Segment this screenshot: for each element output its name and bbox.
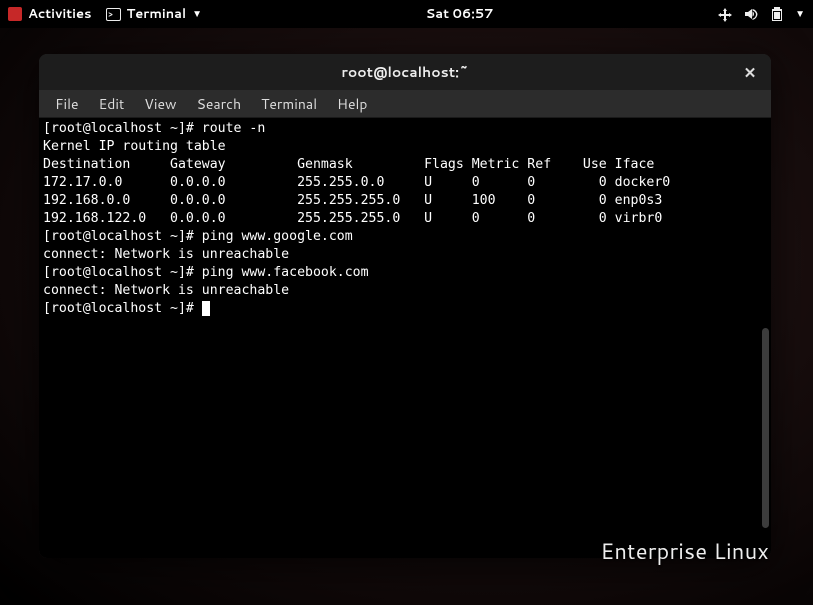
desktop: root@localhost:~ ✕ File Edit View Search…: [0, 28, 813, 605]
menu-terminal[interactable]: Terminal: [251, 91, 327, 117]
terminal-output[interactable]: [root@localhost ~]# route -n Kernel IP r…: [39, 118, 771, 558]
distro-icon: [8, 7, 22, 21]
close-button[interactable]: ✕: [739, 61, 761, 83]
menu-help[interactable]: Help: [327, 91, 377, 117]
network-icon[interactable]: [717, 6, 733, 22]
volume-icon[interactable]: [743, 6, 759, 22]
terminal-window: root@localhost:~ ✕ File Edit View Search…: [39, 54, 771, 558]
terminal-app-icon: [106, 8, 121, 21]
app-menu[interactable]: Terminal ▼: [106, 5, 202, 23]
activities-label: Activities: [28, 5, 92, 23]
menu-edit[interactable]: Edit: [89, 91, 135, 117]
window-titlebar[interactable]: root@localhost:~ ✕: [39, 54, 771, 90]
menu-search[interactable]: Search: [187, 91, 252, 117]
window-title: root@localhost:~: [341, 62, 468, 82]
close-icon: ✕: [744, 62, 757, 83]
clock[interactable]: Sat 06:57: [426, 5, 494, 23]
battery-icon[interactable]: [769, 6, 785, 22]
terminal-cursor: [202, 301, 210, 316]
desktop-brand: Enterprise Linux: [600, 536, 769, 567]
system-menu-chevron-icon[interactable]: ▼: [795, 7, 805, 21]
chevron-down-icon: ▼: [192, 7, 202, 21]
activities-button[interactable]: Activities: [8, 5, 92, 23]
top-panel: Activities Terminal ▼ Sat 06:57 ▼: [0, 0, 813, 28]
menu-file[interactable]: File: [45, 91, 89, 117]
menubar: File Edit View Search Terminal Help: [39, 90, 771, 118]
menu-view[interactable]: View: [134, 91, 186, 117]
app-menu-label: Terminal: [127, 5, 187, 23]
scrollbar[interactable]: [762, 328, 769, 528]
